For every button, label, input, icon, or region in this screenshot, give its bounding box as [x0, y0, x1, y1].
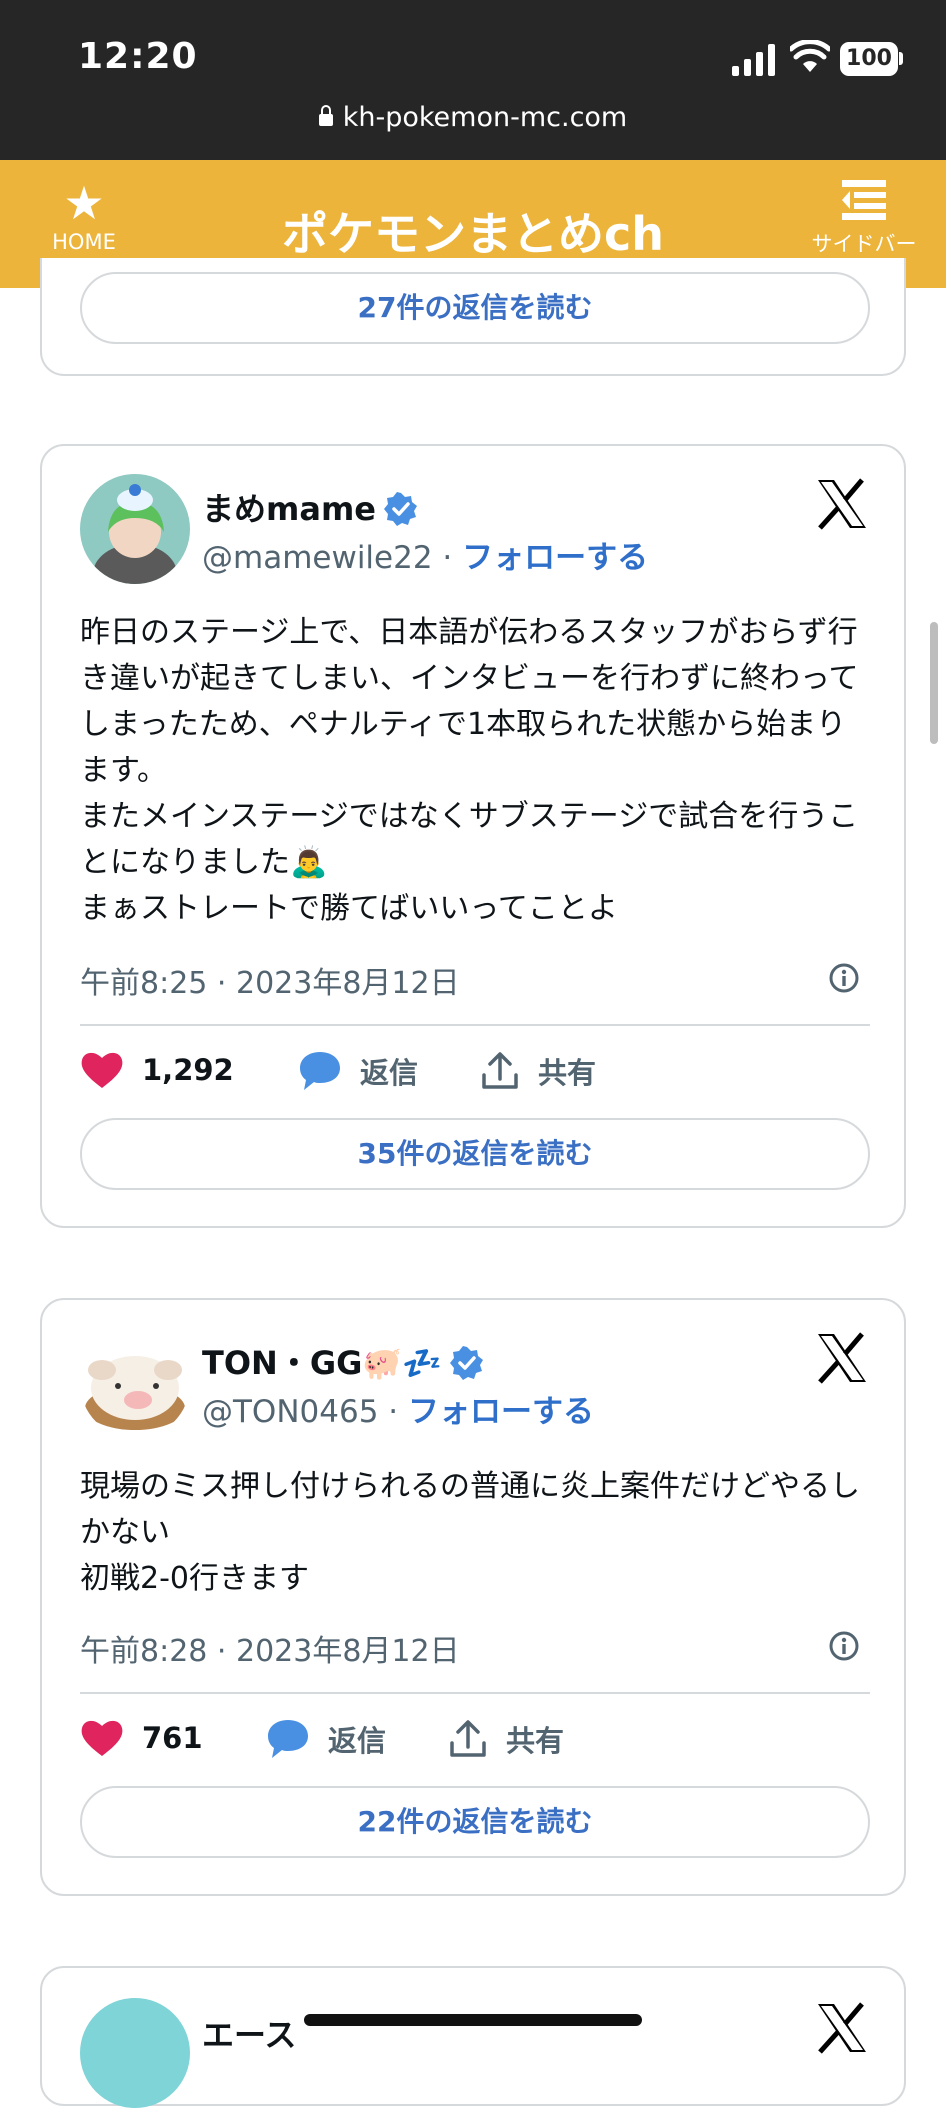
wifi-icon — [790, 40, 830, 72]
tweet-timestamp[interactable]: 午前8:28 · 2023年8月12日 — [80, 1626, 460, 1670]
display-name[interactable]: TON・GG🐖💤 — [202, 1338, 484, 1384]
battery-cap — [899, 52, 903, 65]
info-icon[interactable] — [828, 962, 860, 994]
scrollbar-thumb[interactable] — [930, 622, 938, 744]
status-time: 12:20 — [78, 36, 198, 77]
sidebar-label: サイドバー — [811, 232, 917, 256]
share-icon — [450, 1720, 486, 1757]
avatar[interactable] — [80, 1328, 190, 1438]
sidebar-menu-icon — [842, 180, 886, 220]
tweet-actions: 1,292 返信 共有 — [80, 1050, 870, 1100]
tweet-text: 昨日のステージ上で、日本語が伝わるスタッフがおらず行き違いが起きてしまい、インタ… — [80, 615, 859, 926]
avatar[interactable] — [80, 1998, 190, 2108]
handle-line: @mamewile22 · フォローする — [202, 532, 648, 577]
sidebar-button[interactable]: サイドバー — [800, 178, 928, 258]
tweet-card: まめmame @mamewile22 · フォローする 昨日のステージ上で、日本… — [40, 444, 906, 1228]
url-text: kh-pokemon-mc.com — [342, 102, 628, 133]
separator: · — [378, 1394, 408, 1430]
tweet-card-previous: 27件の返信を読む — [40, 258, 906, 376]
tweet-card: TON・GG🐖💤 @TON0465 · フォローする 現場のミス押し付けられるの… — [40, 1298, 906, 1896]
share-label: 共有 — [538, 1056, 597, 1090]
share-icon — [482, 1052, 518, 1089]
status-bar: 12:20 100 kh-pokemon-mc.com — [0, 0, 946, 160]
like-count: 761 — [142, 1721, 203, 1755]
read-replies-button[interactable]: 22件の返信を読む — [80, 1786, 870, 1858]
heart-icon — [81, 1052, 123, 1088]
x-logo-icon[interactable] — [814, 1330, 870, 1386]
address-bar[interactable]: kh-pokemon-mc.com — [0, 102, 946, 133]
separator: · — [432, 540, 463, 576]
handle-line: @TON0465 · フォローする — [202, 1386, 594, 1431]
follow-link[interactable]: フォローする — [408, 1394, 594, 1430]
tweet-text: 現場のミス押し付けられるの普通に炎上案件だけどやるしかない 初戦2-0行きます — [80, 1469, 860, 1596]
read-replies-button[interactable]: 35件の返信を読む — [80, 1118, 870, 1190]
tweet-card: エース — [40, 1966, 906, 2108]
reply-bubble-icon — [300, 1052, 340, 1090]
share-label: 共有 — [506, 1724, 565, 1758]
like-button[interactable]: 761 — [80, 1718, 203, 1758]
user-handle[interactable]: @mamewile22 — [202, 540, 433, 576]
divider — [80, 1692, 870, 1694]
home-indicator[interactable] — [304, 2014, 642, 2026]
user-handle[interactable]: @TON0465 — [202, 1394, 378, 1430]
info-icon[interactable] — [828, 1630, 860, 1662]
reply-button[interactable]: 返信 — [298, 1050, 418, 1092]
reply-bubble-icon — [268, 1720, 308, 1758]
avatar[interactable] — [80, 474, 190, 584]
tweet-timestamp[interactable]: 午前8:25 · 2023年8月12日 — [80, 958, 460, 1002]
heart-icon — [81, 1720, 123, 1756]
cellular-signal-icon — [732, 44, 775, 76]
verified-icon — [384, 492, 417, 526]
read-replies-button[interactable]: 27件の返信を読む — [80, 272, 870, 344]
tweet-actions: 761 返信 共有 — [80, 1718, 870, 1768]
display-name[interactable]: エース — [202, 2010, 296, 2056]
follow-link[interactable]: フォローする — [462, 540, 648, 576]
share-button[interactable]: 共有 — [480, 1050, 596, 1092]
like-button[interactable]: 1,292 — [80, 1050, 234, 1090]
share-button[interactable]: 共有 — [448, 1718, 564, 1760]
like-count: 1,292 — [142, 1053, 234, 1087]
lock-icon — [318, 105, 333, 126]
reply-label: 返信 — [360, 1056, 419, 1090]
divider — [80, 1024, 870, 1026]
reply-button[interactable]: 返信 — [266, 1718, 386, 1760]
display-name[interactable]: まめmame — [202, 484, 418, 530]
x-logo-icon[interactable] — [814, 476, 870, 532]
battery-indicator: 100 — [840, 42, 898, 76]
verified-icon — [450, 1346, 484, 1380]
reply-label: 返信 — [328, 1724, 387, 1758]
